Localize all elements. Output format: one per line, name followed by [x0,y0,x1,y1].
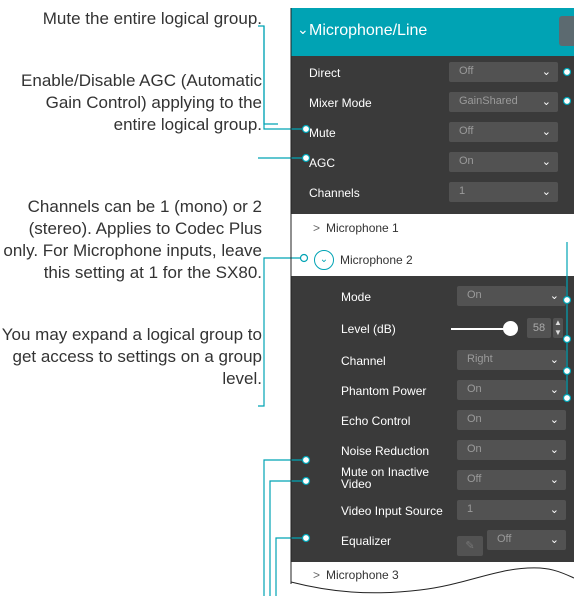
annotation-mute-group: Mute the entire logical group. [42,9,262,28]
dropdown-value: On [467,289,482,301]
setting-label-level: Level (dB) [341,322,396,336]
dropdown-value: Off [459,125,474,137]
setting-label-direct: Direct [309,66,341,80]
dropdown-value: Off [467,473,482,485]
setting-label-channel: Channel [341,354,386,368]
header-action-button[interactable] [559,16,574,46]
mute-on-inactive-video-dropdown[interactable]: Off ⌄ [457,470,566,490]
setting-label-agc: AGC [309,156,336,170]
dropdown-value: Right [467,353,493,365]
chevron-down-icon: ⌄ [549,444,559,456]
dropdown-value: 1 [467,503,474,515]
settings-panel: ⌄ Microphone/Line Direct Off ⌄ Mixer Mode… [291,8,574,596]
mixer-mode-dropdown[interactable]: GainShared ⌄ [449,92,558,112]
chevron-down-icon: ⌄ [549,504,559,516]
setting-label-equalizer: Equalizer [341,534,392,548]
microphone-3-label: Microphone 3 [326,568,399,582]
microphone-2-label: Microphone 2 [340,253,413,267]
chevron-right-icon: > [313,568,321,582]
chevron-down-icon[interactable]: ⌄ [314,250,334,270]
chevron-down-icon: ⌄ [549,414,559,426]
setting-label-mute: Mute [309,126,336,140]
setting-label-mode: Mode [341,290,372,304]
microphone-1-label: Microphone 1 [326,221,399,235]
chevron-down-icon: ⌄ [549,474,559,486]
channels-dropdown[interactable]: 1 ⌄ [449,182,558,202]
agc-dropdown[interactable]: On ⌄ [449,152,558,172]
phantom-power-dropdown[interactable]: On ⌄ [457,380,566,400]
group-title: Microphone/Line [309,22,428,39]
dropdown-value: On [467,413,482,425]
level-stepper[interactable]: ▲ ▼ [553,318,563,338]
setting-label-channels: Channels [309,186,360,200]
microphone-3-row[interactable]: > Microphone 3 [313,568,399,582]
level-slider-handle[interactable] [503,321,518,336]
direct-dropdown[interactable]: Off ⌄ [449,62,558,82]
equalizer-edit-icon[interactable]: ✎ [457,536,483,556]
group-header[interactable]: ⌄ Microphone/Line [291,8,574,56]
setting-label-noise-reduction: Noise Reduction [341,444,430,458]
annotation-agc: Enable/Disable AGC (Automatic Gain Contr… [21,71,262,134]
dropdown-value: On [467,443,482,455]
group-settings: Direct Off ⌄ Mixer Mode GainShared ⌄ Mute … [291,56,574,214]
microphone-1-row[interactable]: > Microphone 1 [313,221,399,235]
mute-dropdown[interactable]: Off ⌄ [449,122,558,142]
echo-control-dropdown[interactable]: On ⌄ [457,410,566,430]
setting-label-mixer-mode: Mixer Mode [309,96,372,110]
dropdown-value: 1 [459,185,466,197]
chevron-down-icon: ⌄ [549,534,559,546]
video-input-source-dropdown[interactable]: 1 ⌄ [457,500,566,520]
dropdown-value: On [459,155,474,167]
dropdown-value: GainShared [459,95,518,107]
equalizer-dropdown[interactable]: Off ⌄ [487,530,566,550]
chevron-down-icon: ⌄ [541,66,551,78]
chevron-down-icon: ⌄ [541,96,551,108]
chevron-down-icon: ⌄ [541,126,551,138]
level-value[interactable]: 58 [527,318,551,338]
level-slider-track[interactable] [451,328,511,330]
mode-dropdown[interactable]: On ⌄ [457,286,566,306]
annotation-channels: Channels can be 1 (mono) or 2 (stereo). … [3,197,262,282]
setting-label-video-input-source: Video Input Source [341,504,443,518]
chevron-down-icon: ⌄ [549,290,559,302]
setting-label-phantom-power: Phantom Power [341,384,427,398]
dropdown-value: Off [497,533,512,545]
setting-label-mute-on-inactive-video: Mute on Inactive Video [341,465,430,491]
dropdown-value: Off [459,65,474,77]
annotation-expand: You may expand a logical group to get ac… [1,325,262,388]
chevron-right-icon: > [313,221,321,235]
noise-reduction-dropdown[interactable]: On ⌄ [457,440,566,460]
chevron-down-icon: ⌄ [549,354,559,366]
setting-label-echo-control: Echo Control [341,414,411,428]
channel-dropdown[interactable]: Right ⌄ [457,350,566,370]
chevron-down-icon: ⌄ [549,384,559,396]
chevron-down-icon: ⌄ [297,21,309,37]
chevron-down-icon: ⌄ [541,186,551,198]
chevron-down-icon: ⌄ [541,156,551,168]
dropdown-value: On [467,383,482,395]
